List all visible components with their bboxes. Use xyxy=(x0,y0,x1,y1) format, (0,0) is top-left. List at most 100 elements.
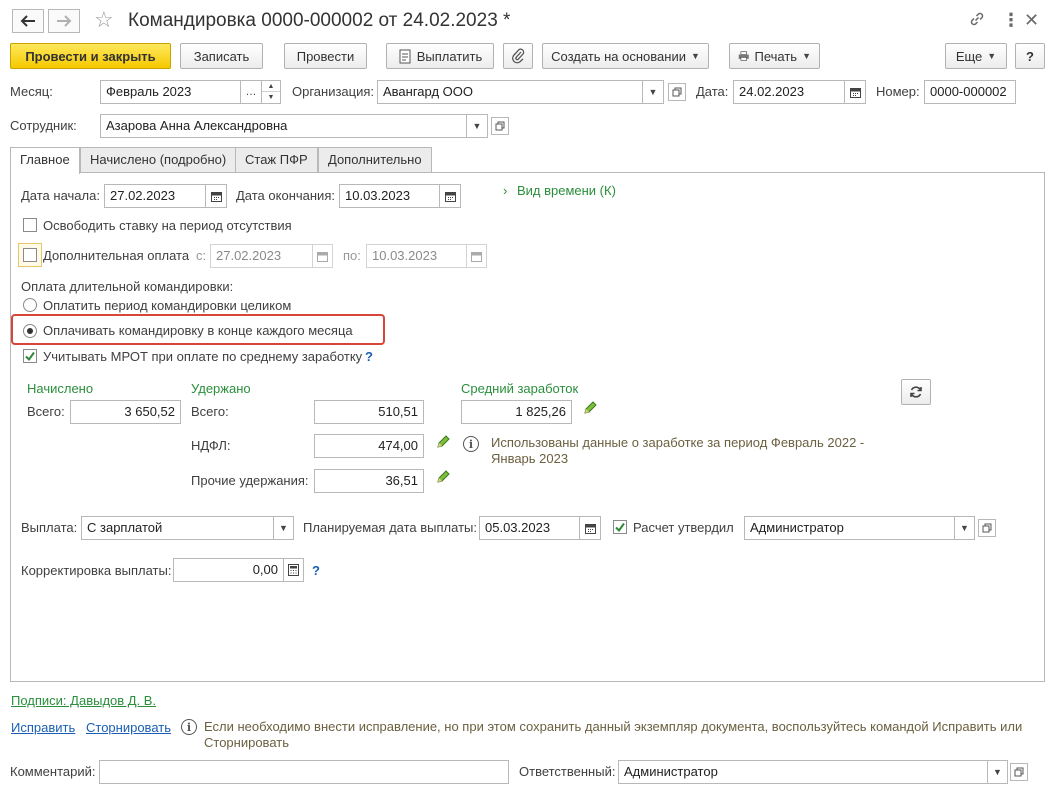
date-calendar-button[interactable] xyxy=(844,80,866,104)
employee-label: Сотрудник: xyxy=(10,118,77,133)
chevron-down-icon: ▼ xyxy=(987,51,997,61)
checkmark-icon xyxy=(615,522,625,533)
time-kind-link[interactable]: › Вид времени (К) xyxy=(503,183,616,199)
help-button[interactable]: ? xyxy=(1015,43,1045,69)
accrued-total-input[interactable]: 3 650,52 xyxy=(70,400,181,424)
withheld-total-label: Всего: xyxy=(191,404,229,419)
mrot-checkbox[interactable] xyxy=(23,349,37,363)
approved-checkbox[interactable] xyxy=(613,520,627,534)
end-date-calendar-button[interactable] xyxy=(439,184,461,208)
extra-from-input[interactable]: 27.02.2023 xyxy=(210,244,313,268)
withheld-total-input[interactable]: 510,51 xyxy=(314,400,424,424)
reverse-link[interactable]: Сторнировать xyxy=(86,720,171,736)
ndfl-input[interactable]: 474,00 xyxy=(314,434,424,458)
responsible-open-button[interactable] xyxy=(1010,763,1028,781)
fix-link[interactable]: Исправить xyxy=(11,720,75,736)
other-withholdings-label: Прочие удержания: xyxy=(191,473,309,488)
end-date-input[interactable]: 10.03.2023 xyxy=(339,184,440,208)
employee-open-button[interactable] xyxy=(491,117,509,135)
start-date-input[interactable]: 27.02.2023 xyxy=(104,184,206,208)
withheld-header: Удержано xyxy=(191,381,251,396)
post-button[interactable]: Провести xyxy=(284,43,367,69)
open-window-icon xyxy=(982,523,992,533)
tab-additional[interactable]: Дополнительно xyxy=(318,147,432,173)
pay-button[interactable]: Выплатить xyxy=(386,43,494,69)
responsible-input[interactable]: Администратор xyxy=(618,760,988,784)
extra-pay-label[interactable]: Дополнительная оплата xyxy=(43,248,189,264)
create-based-button[interactable]: Создать на основании ▼ xyxy=(542,43,709,69)
date-input[interactable]: 24.02.2023 xyxy=(733,80,845,104)
correction-input[interactable]: 0,00 xyxy=(173,558,284,582)
extra-to-calendar-button[interactable] xyxy=(466,244,487,268)
save-button[interactable]: Записать xyxy=(180,43,263,69)
attach-button[interactable] xyxy=(503,43,533,69)
tab-accrued-detailed[interactable]: Начислено (подробно) xyxy=(80,147,237,173)
extra-pay-checkbox[interactable] xyxy=(23,248,37,262)
mrot-label[interactable]: Учитывать МРОТ при оплате по среднему за… xyxy=(43,349,362,365)
employee-input[interactable]: Азарова Анна Александровна xyxy=(100,114,467,138)
tab-pfr-seniority[interactable]: Стаж ПФР xyxy=(235,147,318,173)
mrot-help-icon[interactable]: ? xyxy=(365,349,373,364)
organization-label: Организация: xyxy=(292,84,375,99)
link-icon[interactable] xyxy=(968,10,986,34)
create-based-label: Создать на основании xyxy=(551,48,686,64)
month-stepper[interactable]: ▲ ▼ xyxy=(261,80,281,104)
back-button[interactable] xyxy=(12,9,44,33)
other-withholdings-input[interactable]: 36,51 xyxy=(314,469,424,493)
pay-monthly-radio[interactable] xyxy=(23,324,37,338)
more-button[interactable]: Еще ▼ xyxy=(945,43,1007,69)
other-edit-pencil-icon[interactable] xyxy=(435,469,451,488)
refresh-button[interactable] xyxy=(901,379,931,405)
chevron-down-icon: ▼ xyxy=(690,51,700,61)
comment-input[interactable] xyxy=(99,760,509,784)
avg-earnings-input[interactable]: 1 825,26 xyxy=(461,400,572,424)
planned-date-calendar-button[interactable] xyxy=(579,516,601,540)
release-rate-checkbox[interactable] xyxy=(23,218,37,232)
extra-pay-checkbox-frame[interactable] xyxy=(18,243,42,267)
pay-whole-label[interactable]: Оплатить период командировки целиком xyxy=(43,298,291,314)
stepper-up-icon[interactable]: ▲ xyxy=(262,81,280,92)
paperclip-icon xyxy=(512,48,525,64)
checkmark-icon xyxy=(25,351,35,362)
favorite-star-icon[interactable]: ☆ xyxy=(94,8,114,32)
more-label: Еще xyxy=(955,48,983,64)
organization-dropdown-button[interactable]: ▼ xyxy=(642,80,664,104)
more-vertical-icon[interactable]: ⋮ xyxy=(1002,10,1020,30)
approved-label[interactable]: Расчет утвердил xyxy=(633,520,734,536)
month-input[interactable]: Февраль 2023 xyxy=(100,80,241,104)
approved-by-open-button[interactable] xyxy=(978,519,996,537)
release-rate-label[interactable]: Освободить ставку на период отсутствия xyxy=(43,218,292,234)
avg-edit-pencil-icon[interactable] xyxy=(582,400,598,419)
payout-select[interactable]: С зарплатой xyxy=(81,516,274,540)
organization-input[interactable]: Авангард ООО xyxy=(377,80,643,104)
tab-main[interactable]: Главное xyxy=(10,147,80,174)
extra-from-calendar-button[interactable] xyxy=(312,244,333,268)
post-and-close-button[interactable]: Провести и закрыть xyxy=(10,43,171,69)
save-label: Записать xyxy=(193,48,250,64)
calendar-icon xyxy=(317,251,328,262)
printer-icon xyxy=(738,51,749,61)
approved-by-dropdown-button[interactable]: ▼ xyxy=(954,516,975,540)
employee-dropdown-button[interactable]: ▼ xyxy=(466,114,488,138)
payout-dropdown-button[interactable]: ▼ xyxy=(273,516,294,540)
print-button[interactable]: Печать ▼ xyxy=(729,43,820,69)
signatures-link[interactable]: Подписи: Давыдов Д. В. xyxy=(11,693,156,709)
correction-help-icon[interactable]: ? xyxy=(312,563,320,578)
approved-by-input[interactable]: Администратор xyxy=(744,516,955,540)
arrow-left-icon xyxy=(20,15,35,27)
document-icon xyxy=(399,49,411,63)
pay-monthly-label[interactable]: Оплачивать командировку в конце каждого … xyxy=(43,323,353,339)
stepper-down-icon[interactable]: ▼ xyxy=(262,92,280,103)
planned-date-input[interactable]: 05.03.2023 xyxy=(479,516,580,540)
correction-calculator-button[interactable] xyxy=(283,558,304,582)
organization-open-button[interactable] xyxy=(668,83,686,101)
pay-whole-radio[interactable] xyxy=(23,298,37,312)
number-input[interactable]: 0000-000002 xyxy=(924,80,1016,104)
close-icon[interactable]: ✕ xyxy=(1024,10,1039,30)
month-select-button[interactable]: … xyxy=(240,80,262,104)
extra-to-input[interactable]: 10.03.2023 xyxy=(366,244,467,268)
forward-button[interactable] xyxy=(48,9,80,33)
start-date-calendar-button[interactable] xyxy=(205,184,227,208)
responsible-dropdown-button[interactable]: ▼ xyxy=(987,760,1008,784)
ndfl-edit-pencil-icon[interactable] xyxy=(435,434,451,453)
